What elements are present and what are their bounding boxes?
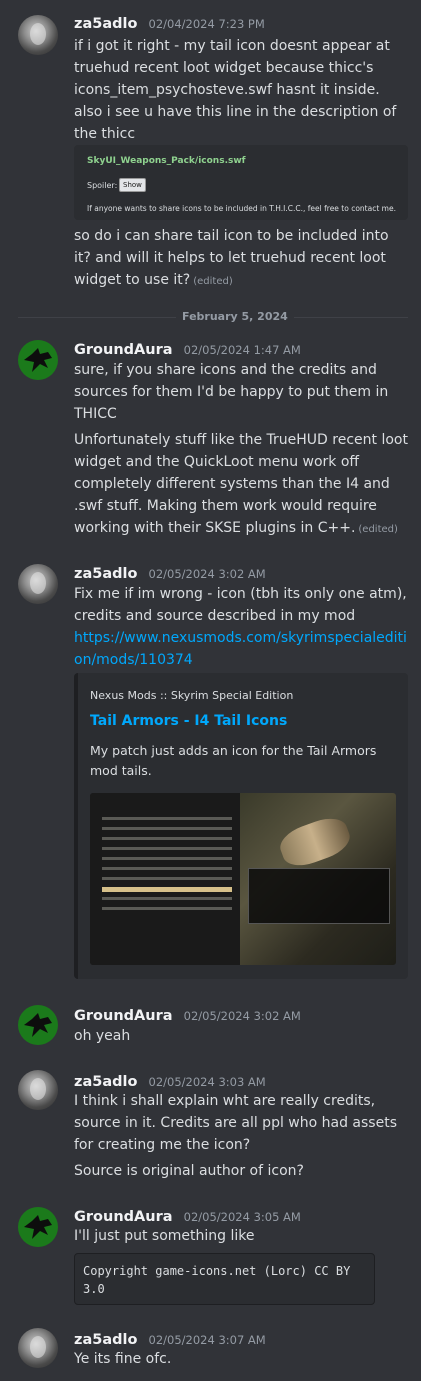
quote-body: If anyone wants to share icons to be inc… <box>87 204 396 213</box>
embed-image[interactable] <box>90 793 396 965</box>
code-block: Copyright game-icons.net (Lorc) CC BY 3.… <box>74 1253 375 1305</box>
embed-title[interactable]: Tail Armors - I4 Tail Icons <box>90 713 287 729</box>
timestamp: 02/05/2024 3:03 AM <box>148 1075 266 1089</box>
avatar[interactable] <box>18 340 58 380</box>
crow-icon <box>24 348 52 372</box>
message-text: sure, if you share icons and the credits… <box>74 362 389 422</box>
date-divider: February 5, 2024 <box>176 310 294 323</box>
message-text: Unfortunately stuff like the TrueHUD rec… <box>74 429 409 541</box>
spoiler-show-button[interactable]: Show <box>119 178 146 192</box>
message-text: so do i can share tail icon to be includ… <box>74 225 409 293</box>
game-scene <box>240 793 396 965</box>
edited-label: (edited) <box>358 524 398 535</box>
avatar[interactable] <box>18 564 58 604</box>
message-text: oh yeah <box>74 1028 131 1044</box>
author-name[interactable]: za5adlo <box>74 1074 137 1090</box>
link-embed: Nexus Mods :: Skyrim Special Edition Tai… <box>74 673 408 979</box>
embed-description: My patch just adds an icon for the Tail … <box>90 743 377 778</box>
timestamp: 02/05/2024 3:02 AM <box>148 567 266 581</box>
message-text: I'll just put something like <box>74 1228 255 1244</box>
timestamp: 02/05/2024 3:07 AM <box>148 1333 266 1347</box>
author-name[interactable]: GroundAura <box>74 1008 173 1024</box>
message-text-body: Fix me if im wrong - icon (tbh its only … <box>74 586 407 624</box>
inventory-screenshot <box>90 793 240 965</box>
message-text: Source is original author of icon? <box>74 1163 304 1179</box>
quote-title: SkyUI_Weapons_Pack/icons.swf <box>87 156 246 166</box>
avatar[interactable] <box>18 15 58 55</box>
avatar[interactable] <box>18 1207 58 1247</box>
message-text: I think i shall explain wht are really c… <box>74 1093 397 1153</box>
timestamp: 02/05/2024 3:05 AM <box>183 1210 301 1224</box>
message-text: if i got it right - my tail icon doesnt … <box>74 38 397 142</box>
quote-block: SkyUI_Weapons_Pack/icons.swf Spoiler: Sh… <box>74 145 408 220</box>
avatar[interactable] <box>18 1328 58 1368</box>
crow-icon <box>24 1013 52 1037</box>
timestamp: 02/05/2024 1:47 AM <box>183 343 301 357</box>
timestamp: 02/04/2024 7:23 PM <box>148 17 265 31</box>
message-text: Fix me if im wrong - icon (tbh its only … <box>74 583 409 671</box>
author-name[interactable]: GroundAura <box>74 1209 173 1225</box>
author-name[interactable]: za5adlo <box>74 1332 137 1348</box>
message-text: Ye its fine ofc. <box>74 1351 172 1367</box>
author-name[interactable]: za5adlo <box>74 566 137 582</box>
author-name[interactable]: GroundAura <box>74 342 173 358</box>
message-text-body: Unfortunately stuff like the TrueHUD rec… <box>74 432 408 536</box>
timestamp: 02/05/2024 3:02 AM <box>183 1009 301 1023</box>
edited-label: (edited) <box>193 276 233 287</box>
crow-icon <box>24 1215 52 1239</box>
avatar[interactable] <box>18 1070 58 1110</box>
spoiler-label: Spoiler: <box>87 181 118 190</box>
author-name[interactable]: za5adlo <box>74 16 137 32</box>
avatar[interactable] <box>18 1005 58 1045</box>
mod-link[interactable]: https://www.nexusmods.com/skyrimspeciale… <box>74 630 407 668</box>
embed-provider: Nexus Mods :: Skyrim Special Edition <box>90 689 294 702</box>
